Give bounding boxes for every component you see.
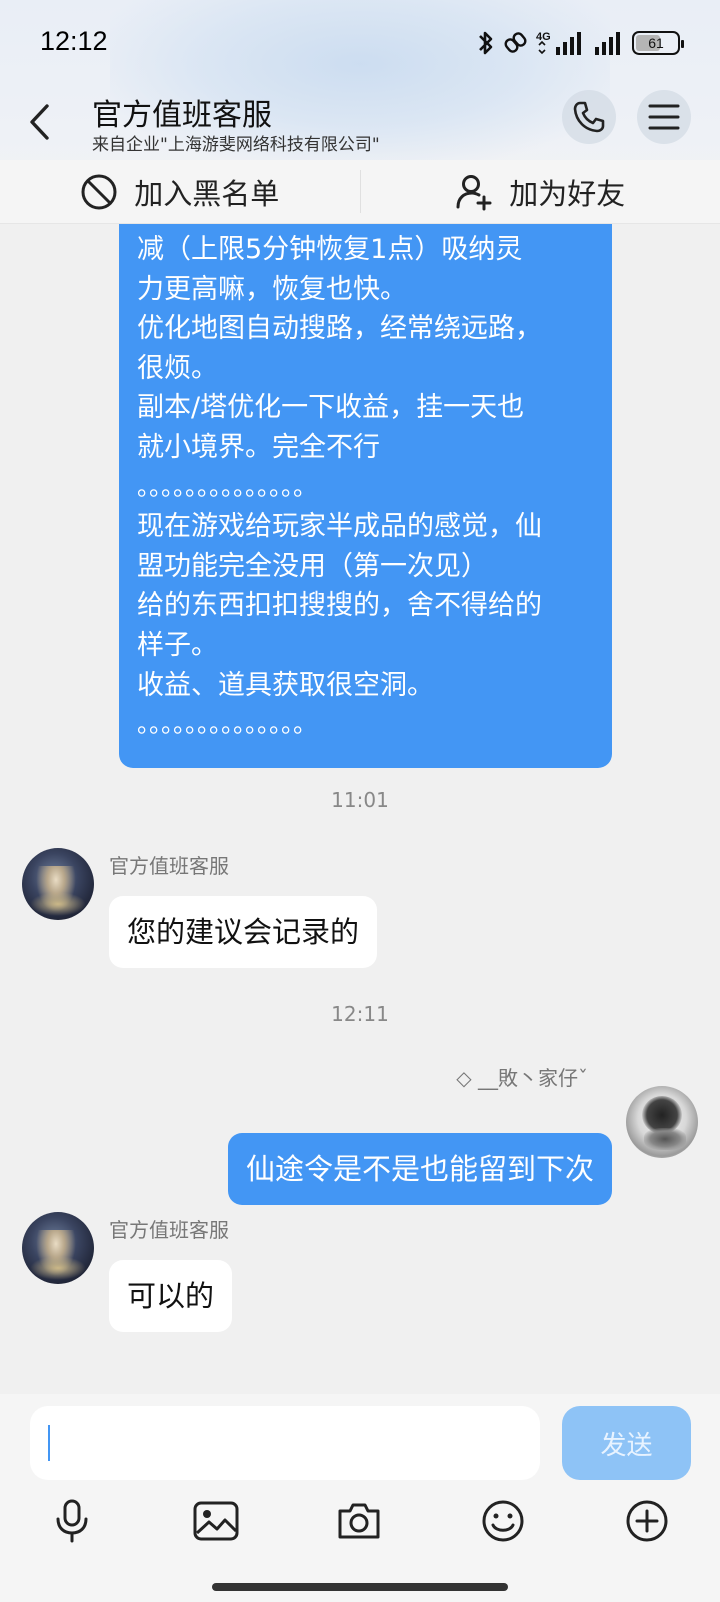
voice-button[interactable] — [47, 1496, 97, 1546]
battery-level: 61 — [648, 35, 664, 51]
image-button[interactable] — [191, 1496, 241, 1546]
message-line: 优化地图自动搜路，经常绕远路， — [137, 313, 542, 345]
avatar[interactable] — [22, 1212, 94, 1284]
emoji-button[interactable] — [478, 1496, 528, 1546]
chat-header: 官方值班客服 来自企业"上海游斐网络科技有限公司" — [0, 84, 720, 160]
my-sender-name: ◇ __敗丶家仔ˇ — [456, 1066, 588, 1090]
blacklist-label: 加入黑名单 — [134, 176, 280, 211]
my-avatar[interactable] — [626, 1086, 698, 1158]
page-subtitle: 来自企业"上海游斐网络科技有限公司" — [92, 135, 380, 155]
input-area: 发送 — [0, 1394, 720, 1602]
message-line: 收益、道具获取很空洞。 — [137, 669, 434, 701]
send-button[interactable]: 发送 — [562, 1406, 691, 1480]
message-input[interactable] — [30, 1406, 540, 1480]
signal-icon — [595, 32, 620, 55]
back-button[interactable] — [20, 98, 60, 146]
outgoing-message-bubble-long[interactable]: 减（上限5分钟恢复1点）吸纳灵 力更高嘛，恢复也快。优化地图自动搜路，经常绕远路，… — [119, 224, 612, 768]
message-line: 副本/塔优化一下收益，挂一天也 — [137, 392, 525, 424]
message-line: 很烦。 — [137, 352, 218, 384]
more-button[interactable] — [622, 1496, 672, 1546]
message-line: 给的东西扣扣搜搜的，舍不得给的 — [137, 590, 542, 622]
outgoing-message-bubble[interactable]: 仙途令是不是也能留到下次 — [227, 1133, 612, 1205]
message-line: 减（上限5分钟恢复1点）吸纳灵 — [137, 234, 523, 265]
blacklist-button[interactable]: 加入黑名单 — [0, 160, 360, 223]
message-line: 就小境界。完全不行 — [137, 431, 380, 463]
add-friend-label: 加为好友 — [509, 176, 626, 211]
add-friend-button[interactable]: 加为好友 — [361, 160, 720, 223]
status-bar: 12:12 4G 61 — [0, 0, 720, 84]
battery-icon: 61 — [632, 31, 684, 55]
status-icons: 4G 61 — [476, 28, 684, 58]
message-timestamp: 12:11 — [331, 1002, 389, 1026]
sender-name: 官方值班客服 — [109, 854, 229, 878]
status-time: 12:12 — [40, 26, 108, 56]
microphone-icon — [56, 1499, 88, 1543]
phone-icon — [573, 101, 605, 133]
avatar[interactable] — [22, 848, 94, 920]
action-bar: 加入黑名单 加为好友 — [0, 160, 720, 224]
text-caret — [48, 1425, 50, 1461]
svg-text:4G: 4G — [536, 31, 551, 43]
message-timestamp: 11:01 — [331, 788, 389, 812]
add-user-icon — [456, 174, 492, 210]
message-line: 力更高嘛，恢复也快。 — [137, 273, 407, 305]
camera-icon — [338, 1503, 380, 1539]
message-line: 盟功能完全没用（第一次见） — [137, 550, 488, 582]
message-line: 样子。 — [137, 629, 218, 661]
chevron-left-icon — [30, 104, 49, 140]
sender-name: 官方值班客服 — [109, 1218, 229, 1242]
incoming-message-bubble[interactable]: 您的建议会记录的 — [109, 896, 378, 968]
menu-icon — [648, 104, 680, 130]
image-icon — [193, 1501, 239, 1541]
signal-4g-icon: 4G — [536, 31, 581, 55]
block-icon — [81, 174, 117, 209]
emoji-icon — [482, 1500, 524, 1542]
camera-button[interactable] — [334, 1496, 384, 1546]
plus-circle-icon — [626, 1500, 668, 1542]
call-button[interactable] — [562, 90, 616, 144]
menu-button[interactable] — [637, 90, 691, 144]
incoming-message-bubble[interactable]: 可以的 — [109, 1260, 233, 1332]
bluetooth-icon — [479, 31, 493, 55]
message-line: 。。。。。。。。。。。。。。 — [137, 710, 317, 739]
message-line: 现在游戏给玩家半成品的感觉，仙 — [137, 511, 542, 543]
page-title: 官方值班客服 — [92, 98, 272, 133]
message-line: 。。。。。。。。。。。。。。 — [137, 472, 317, 501]
chat-area[interactable]: 减（上限5分钟恢复1点）吸纳灵 力更高嘛，恢复也快。优化地图自动搜路，经常绕远路，… — [0, 224, 720, 1404]
link-icon — [504, 32, 527, 53]
home-indicator[interactable] — [212, 1583, 508, 1591]
